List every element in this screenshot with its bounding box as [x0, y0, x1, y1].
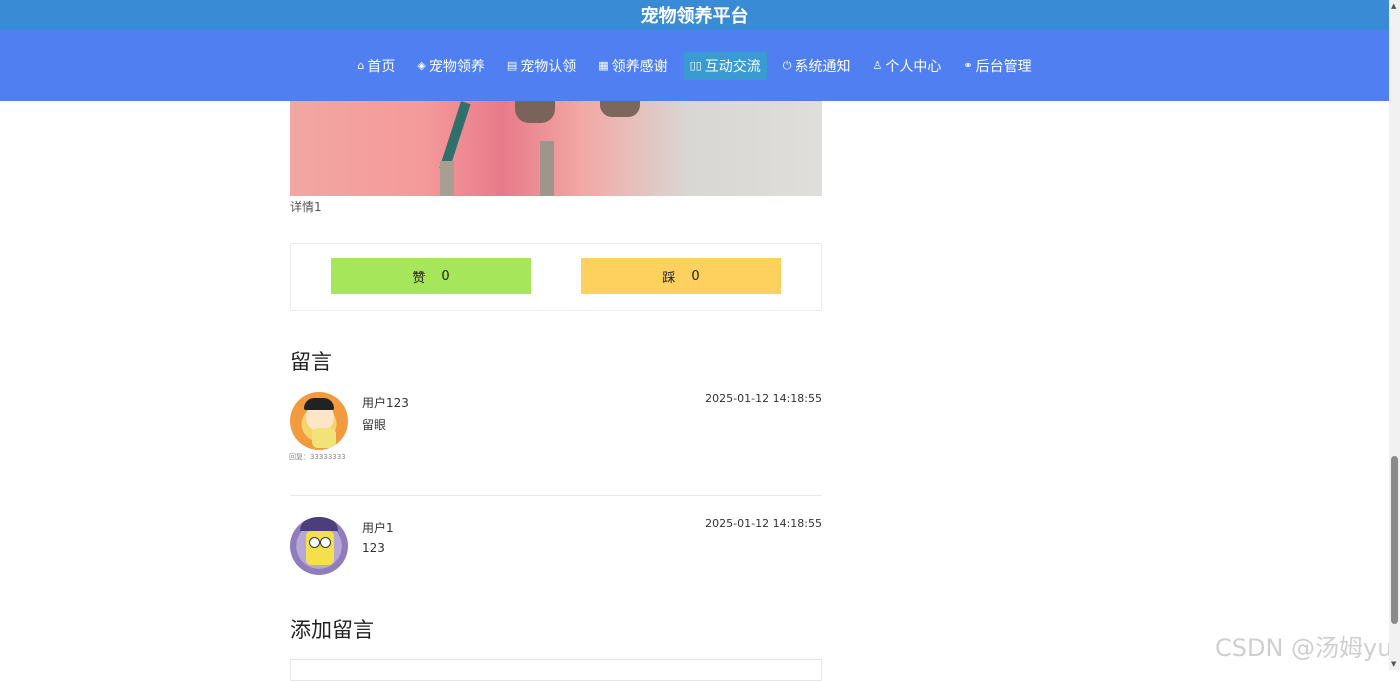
book-icon: ▯▯: [689, 59, 702, 72]
user-icon: ♙: [872, 59, 883, 72]
dislike-count: 0: [691, 268, 700, 284]
home-icon: ⌂: [357, 59, 365, 72]
nav-item-admin[interactable]: ⚭ 后台管理: [957, 52, 1037, 80]
site-title: 宠物领养平台: [640, 6, 749, 27]
comment-reply: 回复：33333333: [289, 453, 346, 461]
layers-icon: ◈: [417, 59, 426, 72]
nav-item-adoption-thanks[interactable]: ▦ 领养感谢: [592, 52, 673, 80]
page-scrollbar[interactable]: ▲ ▼: [1389, 0, 1400, 670]
pet-image: [290, 101, 822, 196]
like-label: 赞: [412, 270, 426, 286]
site-title-bar: 宠物领养平台: [0, 0, 1389, 30]
nav-item-pet-claim[interactable]: ▤ 宠物认领: [501, 52, 582, 80]
nav-item-label: 宠物领养: [428, 58, 485, 75]
dislike-button[interactable]: 踩 0: [581, 258, 781, 294]
main-nav: ⌂ 首页 ◈ 宠物领养 ▤ 宠物认领 ▦ 领养感谢 ▯▯ 互动交流 ⏻ 系统通知…: [0, 30, 1389, 101]
scrollbar-thumb[interactable]: [1391, 456, 1398, 624]
nav-item-interaction[interactable]: ▯▯ 互动交流: [683, 51, 767, 80]
vote-box: 赞 0 踩 0: [290, 243, 822, 311]
power-icon: ⏻: [782, 59, 792, 72]
gift-icon: ▦: [598, 59, 609, 72]
nav-item-notifications[interactable]: ⏻ 系统通知: [777, 52, 857, 80]
comment-time: 2025-01-12 14:18:55: [705, 392, 822, 405]
add-comment-form[interactable]: [290, 659, 822, 681]
nav-item-home[interactable]: ⌂ 首页: [351, 52, 401, 80]
nav-item-label: 后台管理: [975, 58, 1032, 75]
comment-text: 123: [362, 541, 385, 555]
comment-time: 2025-01-12 14:18:55: [705, 517, 822, 530]
nav-item-label: 宠物认领: [520, 58, 577, 75]
like-button[interactable]: 赞 0: [331, 258, 531, 294]
comment-text: 留眼: [362, 418, 387, 432]
post-detail: 详情1: [290, 200, 322, 214]
document-icon: ▤: [506, 59, 518, 72]
like-count: 0: [441, 268, 450, 284]
nav-item-label: 互动交流: [704, 58, 761, 75]
dislike-label: 踩: [662, 270, 676, 286]
nav-item-label: 首页: [367, 58, 396, 75]
comment-user: 用户1: [362, 521, 394, 535]
comment-item: 用户123 留眼 2025-01-12 14:18:55 回复：33333333: [289, 392, 822, 472]
nav-item-pet-adoption[interactable]: ◈ 宠物领养: [411, 52, 490, 80]
watermark: CSDN @汤姆yu: [1215, 634, 1393, 662]
avatar: [290, 517, 348, 575]
link-icon: ⚭: [963, 59, 973, 72]
comments-title: 留言: [290, 350, 332, 374]
divider: [290, 495, 822, 496]
comment-item: 用户1 123 2025-01-12 14:18:55: [290, 517, 822, 577]
nav-item-profile[interactable]: ♙ 个人中心: [866, 52, 947, 80]
scroll-up-arrow-icon[interactable]: ▲: [1391, 2, 1396, 10]
avatar: [290, 392, 348, 450]
comment-user: 用户123: [362, 396, 409, 410]
nav-item-label: 领养感谢: [611, 58, 668, 75]
scroll-down-arrow-icon[interactable]: ▼: [1391, 660, 1396, 668]
add-comment-title: 添加留言: [290, 618, 374, 642]
nav-item-label: 系统通知: [794, 58, 851, 75]
nav-item-label: 个人中心: [885, 58, 942, 75]
